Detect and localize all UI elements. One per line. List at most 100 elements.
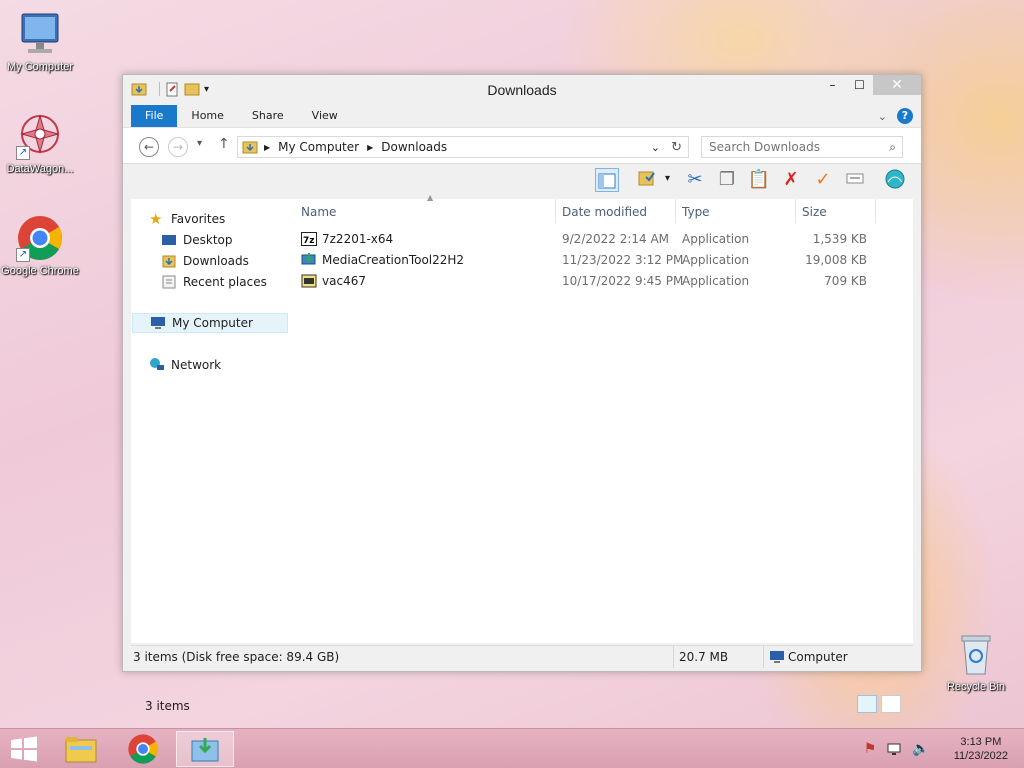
column-name[interactable]: Name [301, 205, 336, 219]
desktop-icon-datawagon[interactable]: ↗ DataWagon... [0, 112, 80, 176]
file-name: vac467 [322, 274, 366, 288]
back-button[interactable]: ← [139, 137, 159, 157]
svg-text:7z: 7z [303, 236, 315, 246]
datawagon-app-icon: ↗ [16, 112, 64, 160]
table-row[interactable]: 7z 7z2201-x64 9/2/2022 2:14 AM Applicati… [299, 229, 905, 249]
nav-recent-places-label: Recent places [183, 275, 267, 289]
breadcrumb-my-computer[interactable]: My Computer [278, 140, 359, 154]
status-total-size: 20.7 MB [679, 650, 729, 664]
volume-icon[interactable]: 🔈 [912, 741, 929, 757]
file-type: Application [682, 253, 750, 267]
tab-view[interactable]: View [298, 105, 352, 127]
computer-icon [151, 317, 165, 329]
desktop-icon-label: Recycle Bin [946, 681, 1006, 693]
refresh-icon[interactable]: ↻ [671, 140, 682, 155]
close-button[interactable]: ✕ [873, 75, 921, 95]
taskbar-downloads-window[interactable] [176, 731, 234, 767]
cut-icon[interactable]: ✂ [683, 168, 707, 192]
breadcrumb-downloads[interactable]: Downloads [381, 140, 447, 154]
breadcrumb-separator-icon: ▶ [367, 142, 374, 152]
file-date: 11/23/2022 3:12 PM [562, 253, 684, 267]
expand-ribbon-icon[interactable]: ⌄ [878, 110, 887, 123]
recycle-bin-icon [952, 630, 1000, 678]
search-input[interactable] [702, 137, 872, 157]
file-date: 9/2/2022 2:14 AM [562, 232, 670, 246]
desktop-icon-recycle-bin[interactable]: Recycle Bin [936, 630, 1016, 694]
ribbon-tabs: File Home Share View ⌄ ? [123, 105, 921, 127]
column-date-modified[interactable]: Date modified [562, 205, 647, 219]
status-location: Computer [788, 650, 848, 664]
item-count: 3 items [145, 699, 190, 713]
select-folder-icon[interactable] [635, 168, 659, 192]
vac-app-icon [301, 274, 317, 288]
delete-icon[interactable]: ✗ [779, 168, 803, 192]
search-icon[interactable]: ⌕ [889, 140, 896, 155]
action-center-flag-icon[interactable]: ⚑ [864, 741, 877, 757]
search-box[interactable]: ⌕ [701, 136, 903, 158]
network-globe-icon[interactable] [883, 168, 907, 192]
nav-my-computer[interactable]: My Computer [132, 313, 288, 333]
nav-desktop-label: Desktop [183, 233, 233, 247]
breadcrumb-separator-icon: ▶ [264, 142, 271, 152]
view-switcher [857, 695, 901, 713]
help-button[interactable]: ? [897, 108, 913, 124]
desktop-icon-label: My Computer [6, 61, 74, 73]
title-bar: ▾ Downloads – ☐ ✕ [123, 75, 921, 105]
file-name: 7z2201-x64 [322, 232, 394, 246]
minimize-button[interactable]: – [819, 75, 846, 95]
toolbar-dropdown-icon[interactable]: ▾ [665, 173, 670, 184]
maximize-button[interactable]: ☐ [846, 75, 873, 95]
nav-network[interactable]: Network [149, 355, 221, 375]
tab-share[interactable]: Share [238, 105, 298, 127]
shortcut-arrow-icon: ↗ [16, 248, 30, 262]
forward-button[interactable]: → [168, 137, 188, 157]
desktop-icon-my-computer[interactable]: My Computer [0, 10, 80, 74]
nav-downloads[interactable]: Downloads [161, 251, 249, 271]
clock[interactable]: 3:13 PM 11/23/2022 [954, 735, 1008, 763]
large-icons-view-icon[interactable] [881, 695, 901, 713]
taskbar-file-explorer[interactable] [52, 731, 110, 767]
nav-favorites[interactable]: ★ Favorites [149, 209, 225, 229]
computer-icon [16, 10, 64, 58]
tab-file[interactable]: File [131, 105, 178, 127]
copy-icon[interactable]: ❐ [715, 168, 739, 192]
network-status-icon[interactable] [886, 741, 902, 757]
table-row[interactable]: vac467 10/17/2022 9:45 PM Application 70… [299, 271, 905, 291]
paste-icon[interactable]: 📋 [747, 168, 771, 192]
preview-pane-icon[interactable] [595, 168, 619, 192]
navigation-pane: ★ Favorites Desktop Downloads Recent pla… [131, 199, 289, 643]
up-button[interactable]: ↑ [218, 136, 230, 152]
details-view-icon[interactable] [857, 695, 877, 713]
address-bar[interactable]: ▶ My Computer ▶ Downloads ⌄ ↻ [237, 136, 689, 158]
window-title: Downloads [487, 82, 557, 98]
table-row[interactable]: MediaCreationTool22H2 11/23/2022 3:12 PM… [299, 250, 905, 270]
desktop-icon-google-chrome[interactable]: ↗ Google Chrome [0, 214, 80, 278]
explorer-window: ▾ Downloads – ☐ ✕ File Home Share View ⌄… [122, 74, 922, 713]
nav-desktop[interactable]: Desktop [161, 230, 233, 250]
nav-network-label: Network [171, 358, 222, 372]
desktop-icon [162, 235, 176, 245]
downloads-folder-icon [162, 255, 176, 268]
folder-icon [242, 141, 258, 154]
nav-my-computer-label: My Computer [172, 316, 253, 330]
status-summary: 3 items (Disk free space: 89.4 GB) [133, 650, 340, 664]
nav-recent-places[interactable]: Recent places [161, 272, 267, 292]
column-size[interactable]: Size [802, 205, 827, 219]
chrome-icon [128, 734, 158, 764]
column-type[interactable]: Type [682, 205, 710, 219]
properties-panel-icon[interactable] [843, 168, 867, 192]
clock-time: 3:13 PM [960, 736, 1002, 748]
windows-logo-icon [11, 736, 37, 762]
recent-locations-icon[interactable]: ▾ [197, 138, 202, 149]
tab-home[interactable]: Home [177, 105, 237, 127]
rename-check-icon[interactable]: ✓ [811, 168, 835, 192]
address-dropdown-icon[interactable]: ⌄ [651, 141, 660, 154]
file-name: MediaCreationTool22H2 [322, 253, 465, 267]
taskbar-chrome[interactable] [114, 731, 172, 767]
content-area: ★ Favorites Desktop Downloads Recent pla… [131, 193, 913, 713]
file-size: 1,539 KB [812, 232, 867, 246]
file-explorer-icon [65, 737, 97, 763]
start-button[interactable] [0, 731, 48, 767]
file-list: ▲ Name Date modified Type Size 7z 7z2201… [299, 193, 913, 643]
network-icon [150, 358, 164, 370]
